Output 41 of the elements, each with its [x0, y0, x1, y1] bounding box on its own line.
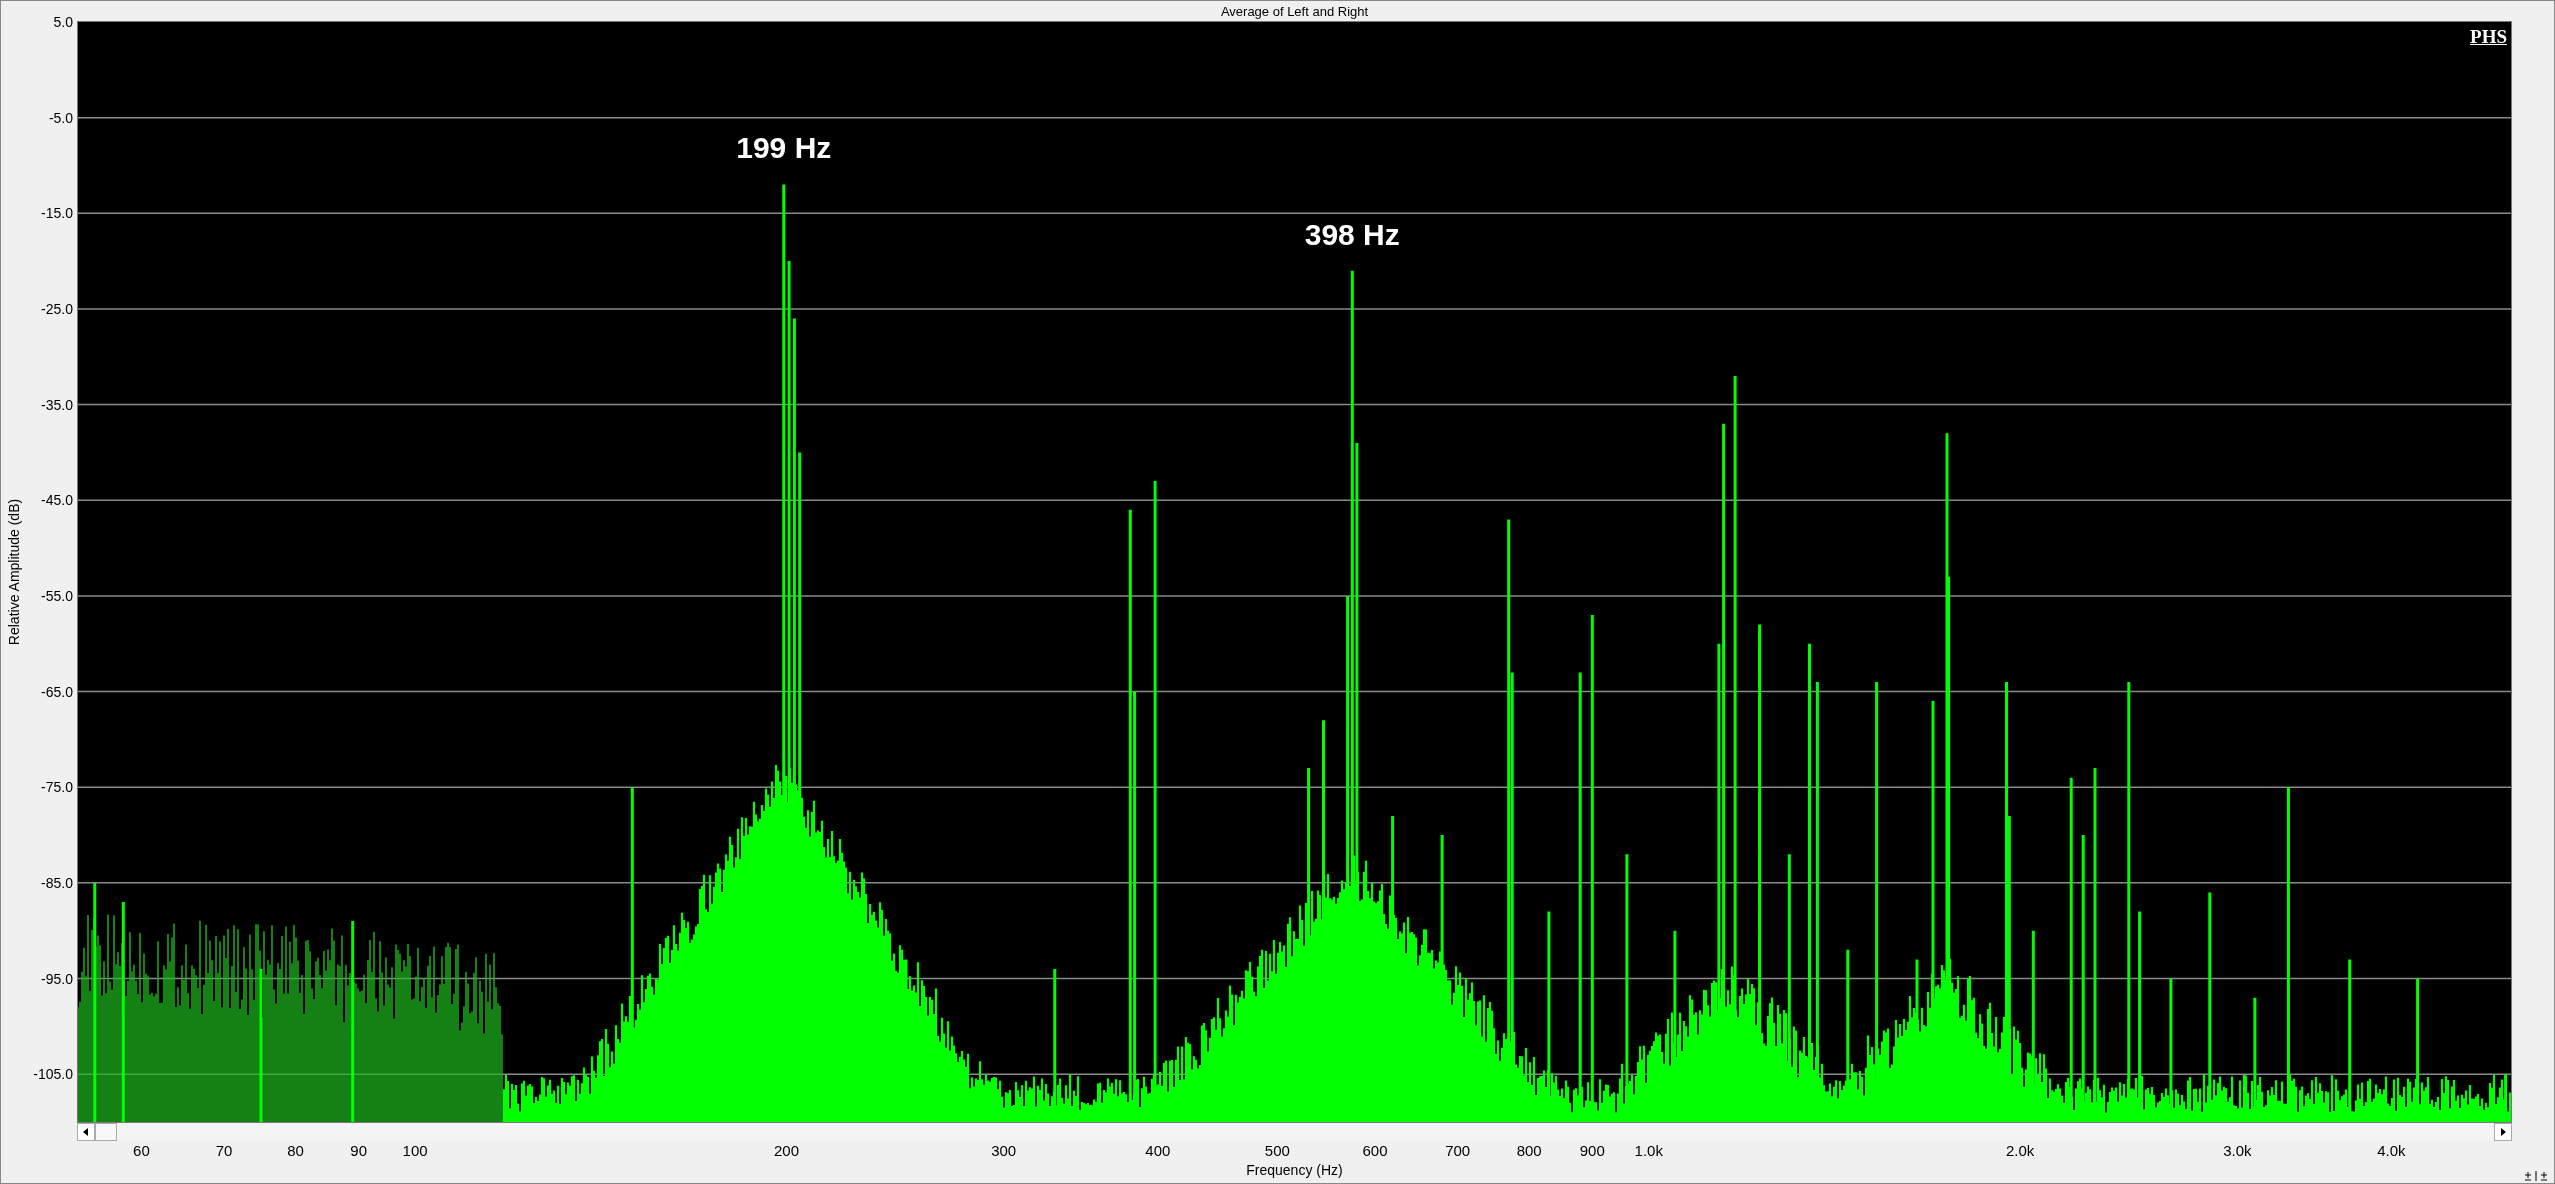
zoom-icon[interactable]: [2524, 1171, 2548, 1181]
x-tick-label: 900: [1579, 1142, 1605, 1159]
x-tick-label: 4.0k: [2377, 1142, 2406, 1159]
x-tick-label: 60: [133, 1142, 150, 1159]
y-tick-label: -75.0: [41, 779, 73, 796]
x-tick-label: 300: [991, 1142, 1017, 1159]
x-tick-label: 90: [350, 1142, 367, 1159]
x-tick-label: 600: [1362, 1142, 1388, 1159]
y-axis-label: Relative Amplitude (dB): [6, 498, 22, 646]
peak-label: 199 Hz: [736, 131, 832, 166]
x-tick-label: 100: [402, 1142, 428, 1159]
x-tick-label: 400: [1145, 1142, 1171, 1159]
scroll-thumb[interactable]: [95, 1123, 117, 1141]
y-tick-label: -65.0: [41, 683, 73, 700]
y-tick-label: -15.0: [41, 205, 73, 222]
chart-title: Average of Left and Right: [1219, 3, 1370, 19]
y-tick-label: -85.0: [41, 874, 73, 891]
x-tick-label: 1.0k: [1634, 1142, 1663, 1159]
x-axis-label: Frequency (Hz): [1246, 1161, 1343, 1179]
y-tick-label: 5.0: [53, 14, 73, 30]
logo-text: PHS: [2470, 26, 2507, 48]
scroll-left-button[interactable]: [77, 1123, 95, 1141]
x-tick-label: 2.0k: [2005, 1142, 2035, 1159]
scroll-right-button[interactable]: [2494, 1123, 2512, 1141]
x-tick-label: 3.0k: [2223, 1142, 2252, 1159]
y-tick-label: -105.0: [33, 1066, 73, 1083]
x-tick-label: 80: [287, 1142, 304, 1159]
x-tick-label: 700: [1445, 1142, 1471, 1159]
x-tick-label: 800: [1516, 1142, 1542, 1159]
right-triangle-icon: [2499, 1128, 2507, 1136]
x-tick-label: 200: [773, 1142, 799, 1159]
y-tick-label: -95.0: [41, 970, 73, 987]
y-tick-label: -25.0: [41, 300, 73, 317]
left-triangle-icon: [82, 1128, 90, 1136]
peak-label: 398 Hz: [1304, 217, 1400, 252]
x-tick-label: 70: [215, 1142, 233, 1159]
y-tick-label: -55.0: [41, 587, 73, 604]
y-tick-label: -45.0: [41, 492, 73, 509]
y-tick-label: -35.0: [41, 396, 73, 413]
y-tick-label: -5.0: [48, 109, 73, 126]
x-tick-label: 500: [1264, 1142, 1290, 1159]
